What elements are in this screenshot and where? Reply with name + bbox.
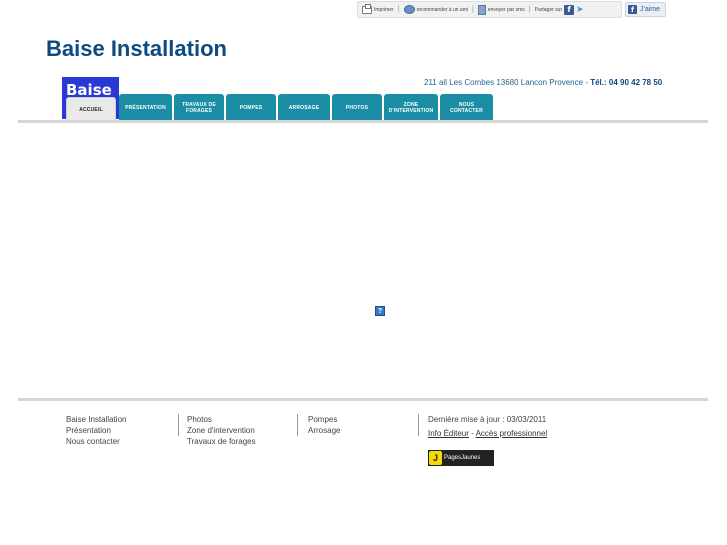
printer-icon [362, 3, 372, 14]
header-divider [18, 120, 708, 123]
footer-legal-links: Info Éditeur - Accès professionnel [428, 428, 547, 439]
toolbar-separator: | [471, 6, 474, 13]
facebook-icon[interactable]: f [564, 4, 575, 15]
pagesjaunes-label: PagesJaunes [444, 455, 481, 461]
footer-link-contact[interactable]: Nous contacter [66, 436, 126, 447]
footer-divider [18, 398, 708, 401]
footer-link-zone[interactable]: Zone d'intervention [187, 425, 256, 436]
legal-separator: - [468, 429, 476, 438]
footer-separator [178, 414, 179, 436]
recommend-icon [403, 5, 415, 14]
acces-pro-link[interactable]: Accès professionnel [476, 429, 548, 438]
tab-presentation[interactable]: PRÉSENTATION [119, 94, 172, 121]
send-sms-link[interactable]: envoyer par sms [477, 4, 525, 15]
facebook-like-button[interactable]: f J'aime [625, 2, 666, 17]
address: 211 all Les Combes 13680 Lancon Provence [424, 78, 584, 87]
footer-link-photos[interactable]: Photos [187, 414, 256, 425]
phone-icon [477, 4, 486, 15]
tab-accueil[interactable]: ACCUEIL [66, 97, 116, 121]
like-label: J'aime [640, 6, 661, 13]
print-label: Imprimer [374, 6, 394, 13]
send-sms-label: envoyer par sms [487, 6, 525, 13]
print-link[interactable]: Imprimer [362, 3, 394, 14]
recommend-label: recommander à un ami [416, 6, 468, 13]
tab-pompes[interactable]: POMPES [226, 94, 276, 121]
toolbar-separator: | [397, 6, 400, 13]
share-label: Partager sur [534, 6, 563, 13]
contact-info: 211 all Les Combes 13680 Lancon Provence… [424, 78, 662, 87]
pagesjaunes-logo-icon: J [429, 451, 442, 465]
tab-travaux-de-forages[interactable]: TRAVAUX DE FORAGES [174, 94, 224, 121]
footer-link-pompes[interactable]: Pompes [308, 414, 340, 425]
tab-nous-contacter[interactable]: NOUS CONTACTER [440, 94, 493, 121]
footer-column-3: Pompes Arrosage [308, 414, 340, 436]
footer-link-home[interactable]: Baise Installation [66, 414, 126, 425]
twitter-icon[interactable]: ➤ [576, 5, 587, 14]
site-title[interactable]: Baise Installation [46, 36, 227, 62]
footer-link-forages[interactable]: Travaux de forages [187, 436, 256, 447]
phone-number: Tél.: 04 90 42 78 50 [590, 78, 663, 87]
footer-column-2: Photos Zone d'intervention Travaux de fo… [187, 414, 256, 447]
footer-separator [418, 414, 419, 436]
footer-column-4: Dernière mise à jour : 03/03/2011 Info É… [428, 414, 547, 439]
footer-link-arrosage[interactable]: Arrosage [308, 425, 340, 436]
tab-zone-intervention[interactable]: ZONE D'INTERVENTION [384, 94, 438, 121]
footer-link-presentation[interactable]: Présentation [66, 425, 126, 436]
recommend-link[interactable]: recommander à un ami [403, 5, 468, 14]
share-group: Partager sur f ➤ [534, 4, 588, 15]
facebook-icon: f [628, 5, 637, 14]
pagesjaunes-badge[interactable]: J PagesJaunes [428, 450, 494, 466]
footer-column-1: Baise Installation Présentation Nous con… [66, 414, 126, 447]
info-editeur-link[interactable]: Info Éditeur [428, 429, 469, 438]
footer-separator [297, 414, 298, 436]
toolbar-separator: | [528, 6, 531, 13]
tab-arrosage[interactable]: ARROSAGE [278, 94, 330, 121]
tab-photos[interactable]: PHOTOS [332, 94, 382, 121]
missing-plugin-icon[interactable]: ? [375, 306, 385, 316]
last-update: Dernière mise à jour : 03/03/2011 [428, 415, 547, 424]
share-toolbar: Imprimer | recommander à un ami | envoye… [357, 1, 622, 18]
